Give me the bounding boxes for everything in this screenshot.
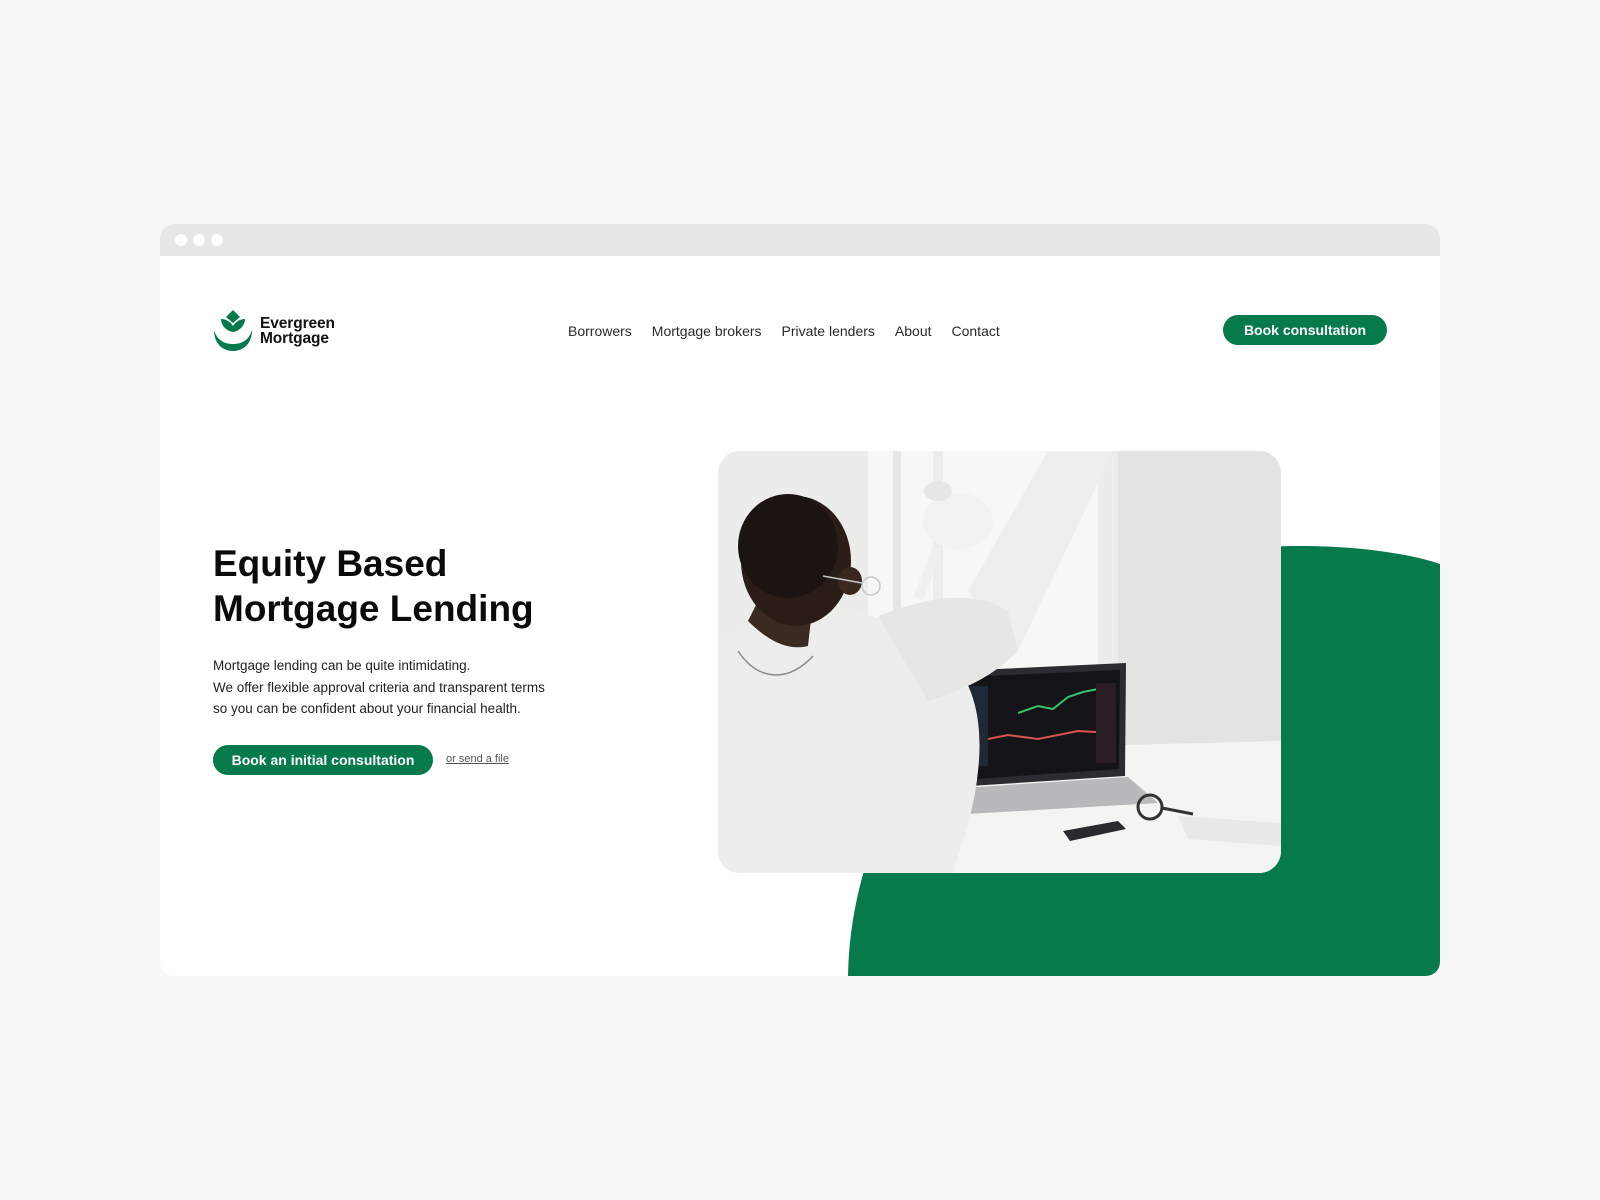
hero-title-line-2: Mortgage Lending	[213, 588, 534, 629]
book-consultation-button[interactable]: Book consultation	[1223, 315, 1387, 345]
hero-text-line-3: so you can be confident about your finan…	[213, 701, 521, 716]
nav-item-borrowers[interactable]: Borrowers	[568, 323, 632, 339]
logo-line-1: Evergreen	[260, 315, 335, 332]
browser-window: Evergreen Mortgage Borrowers Mortgage br…	[160, 224, 1440, 976]
hero-title-line-1: Equity Based	[213, 543, 448, 584]
nav-item-about[interactable]: About	[895, 323, 932, 339]
hero-description: Mortgage lending can be quite intimidati…	[213, 655, 633, 720]
leaf-logo-icon	[214, 310, 252, 351]
send-file-link[interactable]: or send a file	[446, 753, 509, 765]
person-at-laptop-image	[718, 451, 1281, 873]
logo-wordmark: Evergreen Mortgage	[260, 315, 335, 347]
main-nav: Borrowers Mortgage brokers Private lende…	[568, 320, 1000, 342]
nav-item-private-lenders[interactable]: Private lenders	[782, 323, 875, 339]
logo-line-2: Mortgage	[260, 330, 329, 347]
nav-item-mortgage-brokers[interactable]: Mortgage brokers	[652, 323, 762, 339]
book-initial-consultation-button[interactable]: Book an initial consultation	[213, 745, 433, 775]
hero-text-line-2: We offer flexible approval criteria and …	[213, 679, 545, 695]
logo[interactable]: Evergreen Mortgage	[213, 309, 335, 353]
nav-item-contact[interactable]: Contact	[952, 323, 1000, 339]
hero-title: Equity Based Mortgage Lending	[213, 541, 633, 631]
hero-photo	[718, 451, 1281, 873]
hero-text-line-1: Mortgage lending can be quite intimidati…	[213, 658, 471, 673]
